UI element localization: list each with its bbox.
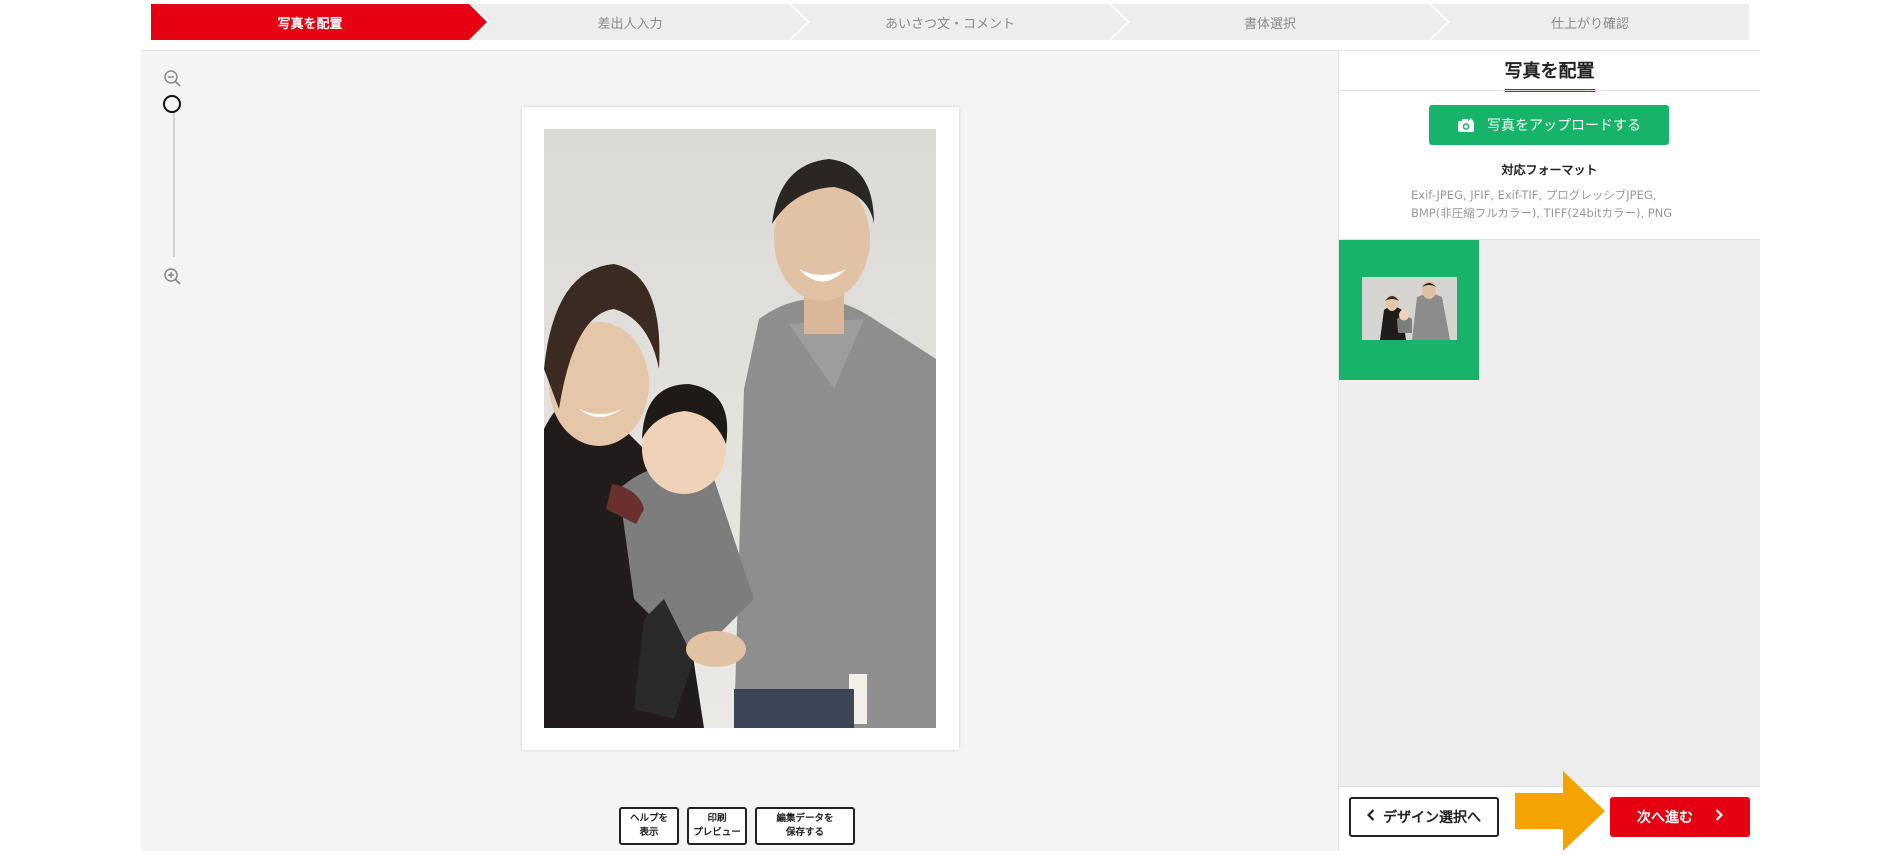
- print-preview-button[interactable]: 印刷 プレビュー: [687, 807, 747, 845]
- progress-steps: 写真を配置 差出人入力 あいさつ文・コメント 書体選択 仕上がり確認: [151, 4, 1749, 40]
- step-label: 差出人入力: [597, 16, 663, 32]
- editor-canvas: ヘルプを 表示 印刷 プレビュー 編集データを 保存する: [141, 50, 1338, 851]
- zoom-out-icon[interactable]: [161, 67, 185, 91]
- step-label: 写真を配置: [277, 16, 343, 32]
- formats-line: Exif-JPEG, JFIF, Exif-TIF, プログレッシブJPEG,: [1411, 188, 1657, 202]
- back-label: デザイン選択へ: [1383, 810, 1481, 826]
- panel-footer: デザイン選択へ 次へ進む: [1339, 771, 1760, 852]
- upload-photo-button[interactable]: 写真をアップロードする: [1429, 105, 1669, 145]
- postcard-preview: [522, 107, 959, 750]
- step-final-check[interactable]: 仕上がり確認: [1431, 4, 1749, 40]
- step-label: あいさつ文・コメント: [884, 16, 1015, 32]
- zoom-slider-knob[interactable]: [163, 95, 181, 113]
- photo-thumbnail-selected[interactable]: [1339, 240, 1479, 380]
- help-button[interactable]: ヘルプを 表示: [619, 807, 679, 845]
- panel-header: 写真を配置: [1339, 51, 1760, 92]
- formats-title: 対応フォーマット: [1501, 163, 1598, 177]
- step-greeting-comment[interactable]: あいさつ文・コメント: [791, 4, 1130, 40]
- formats-line: BMP(非圧縮フルカラー), TIFF(24bitカラー), PNG: [1411, 206, 1673, 220]
- step-sender-input[interactable]: 差出人入力: [471, 4, 810, 40]
- next-step-button[interactable]: 次へ進む: [1610, 797, 1750, 837]
- zoom-in-icon[interactable]: [161, 265, 185, 289]
- editor-tools: ヘルプを 表示 印刷 プレビュー 編集データを 保存する: [619, 807, 855, 845]
- arrow-right-icon: [1515, 771, 1605, 851]
- zoom-slider-track[interactable]: [173, 107, 175, 257]
- photo-thumbnail-list: [1339, 239, 1760, 787]
- chevron-left-icon: [1366, 809, 1375, 825]
- side-panel: 写真を配置 写真をアップロードする 対応フォーマット Exif-JPEG, JF…: [1338, 50, 1760, 852]
- step-font-select[interactable]: 書体選択: [1111, 4, 1450, 40]
- panel-title: 写真を配置: [1504, 51, 1595, 92]
- save-data-button[interactable]: 編集データを 保存する: [755, 807, 855, 845]
- placed-photo[interactable]: [544, 129, 936, 728]
- formats-list: Exif-JPEG, JFIF, Exif-TIF, プログレッシブJPEG, …: [1411, 186, 1711, 222]
- divider: [1339, 90, 1760, 91]
- step-place-photo[interactable]: 写真を配置: [151, 4, 490, 40]
- step-label: 書体選択: [1243, 16, 1296, 32]
- back-to-design-button[interactable]: デザイン選択へ: [1349, 797, 1499, 837]
- upload-label: 写真をアップロードする: [1487, 118, 1641, 134]
- next-label: 次へ進む: [1637, 810, 1693, 826]
- chevron-right-icon: [1715, 809, 1724, 825]
- thumbnail-image: [1362, 277, 1457, 340]
- zoom-control: [159, 67, 189, 297]
- step-label: 仕上がり確認: [1550, 16, 1629, 32]
- camera-icon: [1457, 118, 1475, 133]
